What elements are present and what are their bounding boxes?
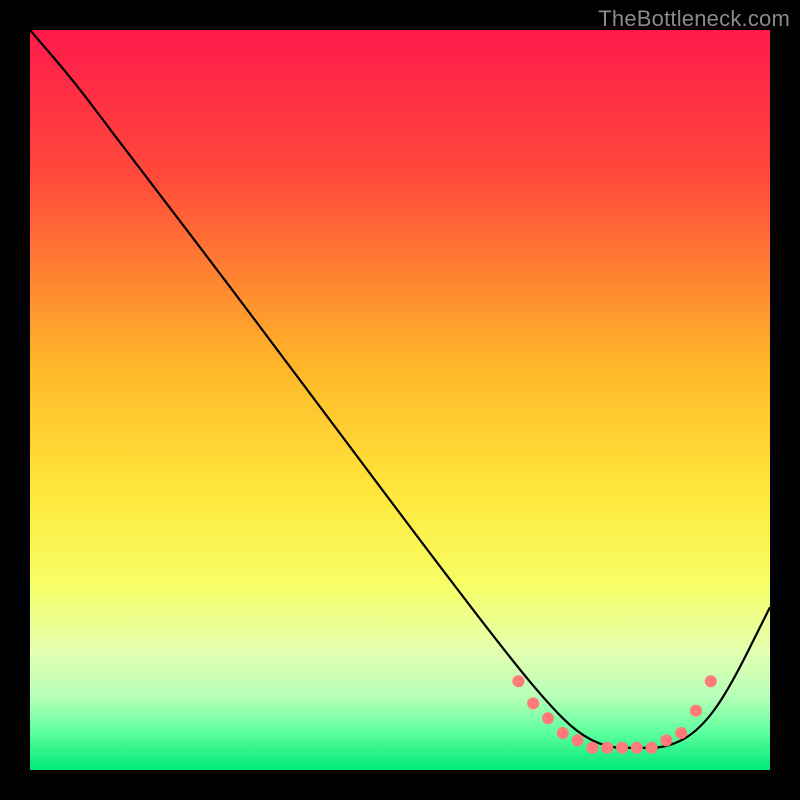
marker-dot <box>572 734 584 746</box>
plot-area <box>30 30 770 770</box>
marker-dot <box>631 742 643 754</box>
gradient-background <box>30 30 770 770</box>
marker-dot <box>616 742 628 754</box>
marker-dot <box>646 742 658 754</box>
marker-dot <box>512 675 524 687</box>
attribution-text: TheBottleneck.com <box>598 6 790 32</box>
marker-dot <box>586 742 598 754</box>
marker-dot <box>542 712 554 724</box>
chart-svg <box>30 30 770 770</box>
marker-dot <box>705 675 717 687</box>
marker-dot <box>660 734 672 746</box>
chart-frame: TheBottleneck.com <box>0 0 800 800</box>
marker-dot <box>527 697 539 709</box>
marker-dot <box>675 727 687 739</box>
marker-dot <box>601 742 613 754</box>
marker-dot <box>557 727 569 739</box>
marker-dot <box>690 705 702 717</box>
